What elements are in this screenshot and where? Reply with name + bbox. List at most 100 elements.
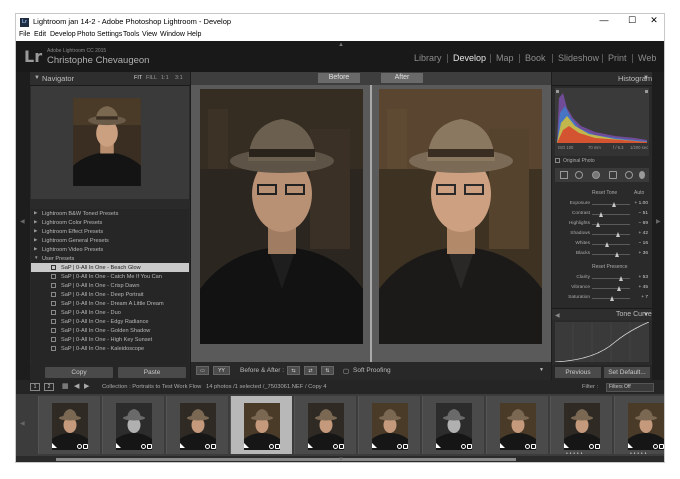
preset-folder[interactable]: ▼ User Presets [31, 254, 189, 263]
zoom-fill[interactable]: FILL [146, 75, 157, 81]
preset-item[interactable]: SaP | 0-All In One - Duo [31, 308, 189, 317]
menu-edit[interactable]: Edit [34, 31, 46, 38]
thumbnail-image[interactable] [244, 403, 280, 450]
slider-value[interactable]: + 7 [634, 295, 648, 300]
collapse-left-triangle-icon[interactable]: ◀ [555, 312, 560, 319]
left-edge[interactable]: ◀ [16, 72, 30, 380]
preset-item[interactable]: SaP | 0-All In One - Crisp Dawn [31, 281, 189, 290]
forward-arrow-icon[interactable]: ▶ [84, 382, 89, 390]
preset-checkbox[interactable] [51, 274, 56, 279]
adjustment-brush-icon[interactable] [639, 171, 645, 179]
thumbnail-image[interactable] [628, 403, 664, 450]
filmstrip-thumbnail[interactable] [358, 396, 420, 454]
minimize-button[interactable]: — [595, 15, 613, 25]
thumbnail-image[interactable] [308, 403, 344, 450]
right-edge[interactable]: ▶ [652, 72, 664, 380]
slider-value[interactable]: + 1.00 [634, 201, 648, 206]
graduated-filter-icon[interactable] [609, 171, 617, 179]
copy-after-to-before-icon[interactable]: ⇄ [304, 366, 317, 375]
thumbnail-image[interactable] [180, 403, 216, 450]
module-print[interactable]: Print [608, 53, 627, 63]
filmstrip-thumbnail[interactable] [422, 396, 484, 454]
previous-button[interactable]: Previous [555, 367, 601, 378]
preset-item[interactable]: SaP | 0-All In One - Golden Shadow [31, 326, 189, 335]
expand-triangle-icon[interactable]: ▶ [34, 219, 37, 225]
slider-exposure[interactable]: Exposure + 1.00 [552, 200, 652, 208]
slider-vibrance[interactable]: Vibrance + 45 [552, 284, 652, 292]
tone-curve-header[interactable]: Tone Curve ▼ ◀ [552, 308, 652, 320]
slider-track[interactable] [592, 214, 630, 215]
menu-help[interactable]: Help [187, 31, 201, 38]
back-arrow-icon[interactable]: ◀ [74, 382, 79, 390]
filmstrip-thumbnail[interactable] [486, 396, 548, 454]
collapse-triangle-icon[interactable]: ▼ [643, 75, 649, 81]
menu-develop[interactable]: Develop [50, 31, 76, 38]
main-window-button[interactable]: 1 [30, 383, 40, 391]
collapse-right-arrow-icon[interactable]: ▶ [656, 218, 661, 225]
reset-tone-button[interactable]: Reset Tone [592, 190, 617, 196]
navigator-header[interactable]: ▼ Navigator FIT FILL 1:1 3:1 [30, 72, 190, 86]
slider-knob[interactable] [615, 251, 620, 257]
toolbar-menu-arrow-icon[interactable]: ▼ [539, 367, 544, 373]
slider-clarity[interactable]: Clarity + 53 [552, 274, 652, 282]
navigator-preview-image[interactable] [73, 98, 141, 186]
reset-presence-button[interactable]: Reset Presence [592, 264, 628, 270]
slider-knob[interactable] [612, 201, 617, 207]
module-web[interactable]: Web [638, 53, 656, 63]
preset-checkbox[interactable] [51, 346, 56, 351]
secondary-window-button[interactable]: 2 [44, 383, 54, 391]
slider-knob[interactable] [618, 275, 623, 281]
photo-count[interactable]: 14 photos /1 selected /_7503061.NEF / Co… [206, 384, 327, 390]
module-slideshow[interactable]: Slideshow [558, 53, 599, 63]
menu-window[interactable]: Window [160, 31, 185, 38]
slider-track[interactable] [592, 288, 630, 289]
preset-folder[interactable]: ▶ Lightroom Effect Presets [31, 227, 189, 236]
preset-item[interactable]: SaP | 0-All In One - Kaleidoscope [31, 344, 189, 353]
thumbnail-image[interactable] [436, 403, 472, 450]
filmstrip-scroll-thumb[interactable] [56, 458, 516, 461]
radial-filter-icon[interactable] [625, 171, 633, 179]
rating-stars[interactable]: ● ● ● ● ● [566, 451, 583, 455]
close-button[interactable]: ✕ [645, 15, 663, 26]
preset-checkbox[interactable] [51, 328, 56, 333]
preset-checkbox[interactable] [51, 337, 56, 342]
filmstrip-thumbnail[interactable] [166, 396, 228, 454]
menu-file[interactable]: File [19, 31, 30, 38]
preset-checkbox[interactable] [51, 310, 56, 315]
slider-highlights[interactable]: Highlights − 69 [552, 220, 652, 228]
original-photo-checkbox[interactable] [555, 158, 560, 163]
module-develop[interactable]: Develop [453, 53, 486, 63]
slider-value[interactable]: + 36 [634, 251, 648, 256]
slider-value[interactable]: + 53 [634, 275, 648, 280]
filmstrip-thumbnail[interactable] [102, 396, 164, 454]
collapse-triangle-icon[interactable]: ▼ [643, 312, 649, 318]
copy-before-to-after-icon[interactable]: ⇆ [287, 366, 300, 375]
before-photo[interactable] [200, 89, 363, 344]
preset-checkbox[interactable] [51, 265, 56, 270]
filmstrip-left-arrow-icon[interactable]: ◀ [20, 420, 25, 427]
slider-knob[interactable] [595, 221, 600, 227]
set-default-button[interactable]: Set Default... [604, 367, 650, 378]
preset-checkbox[interactable] [51, 301, 56, 306]
navigator-preview-box[interactable] [31, 86, 189, 199]
collapse-left-arrow-icon[interactable]: ◀ [20, 218, 25, 225]
before-after-view-button[interactable]: YY [213, 366, 230, 375]
preset-item[interactable]: SaP | 0-All In One - Beach Glow [31, 263, 189, 272]
maximize-button[interactable]: ☐ [623, 15, 641, 26]
preset-folder[interactable]: ▶ Lightroom B&W Toned Presets [31, 209, 189, 218]
preset-item[interactable]: SaP | 0-All In One - Edgy Radiance [31, 317, 189, 326]
collapse-triangle-icon[interactable]: ▼ [34, 255, 38, 260]
original-photo-toggle[interactable]: Original Photo [555, 158, 595, 164]
preset-checkbox[interactable] [51, 292, 56, 297]
slider-value[interactable]: + 42 [634, 231, 648, 236]
module-book[interactable]: Book [525, 53, 546, 63]
expand-triangle-icon[interactable]: ▶ [34, 210, 37, 216]
filter-dropdown[interactable]: Filters Off [606, 383, 654, 392]
menu-tools[interactable]: Tools [123, 31, 139, 38]
soft-proofing-checkbox[interactable]: ▢ [343, 367, 349, 375]
grid-view-icon[interactable]: ▦ [62, 382, 69, 390]
loupe-view-icon[interactable]: ▭ [196, 366, 209, 375]
zoom-fit[interactable]: FIT [134, 75, 142, 81]
slider-knob[interactable] [616, 231, 621, 237]
slider-whites[interactable]: Whites − 16 [552, 240, 652, 248]
